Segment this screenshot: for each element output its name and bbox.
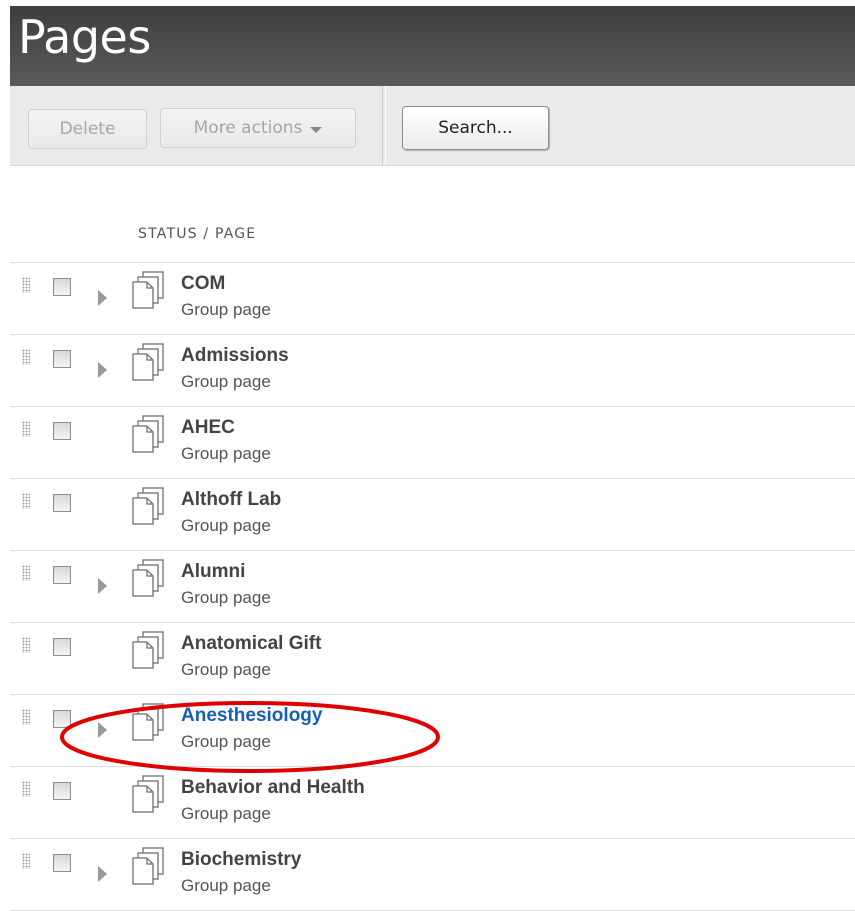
page-title-link[interactable]: Biochemistry	[181, 849, 301, 871]
triangle-right-icon[interactable]	[98, 578, 107, 594]
row-checkbox[interactable]	[53, 782, 71, 800]
row-checkbox[interactable]	[53, 494, 71, 512]
search-button-label: Search...	[438, 118, 513, 138]
drag-handle-icon[interactable]	[22, 349, 30, 365]
toolbar: Delete More actions Search...	[10, 86, 855, 166]
page-type-label: Group page	[181, 660, 271, 679]
triangle-right-icon[interactable]	[98, 362, 107, 378]
row-checkbox[interactable]	[53, 422, 71, 440]
page-title-link[interactable]: Behavior and Health	[181, 777, 365, 799]
row-checkbox[interactable]	[53, 566, 71, 584]
page-stack-icon	[130, 559, 166, 601]
triangle-right-icon[interactable]	[98, 866, 107, 882]
page-type-label: Group page	[181, 876, 271, 895]
triangle-right-icon[interactable]	[98, 290, 107, 306]
page-type-label: Group page	[181, 804, 271, 823]
page-stack-icon	[130, 847, 166, 889]
search-button[interactable]: Search...	[402, 106, 549, 150]
table-row[interactable]: AHEC Group page	[10, 407, 855, 479]
page-stack-icon	[130, 487, 166, 529]
drag-handle-icon[interactable]	[22, 493, 30, 509]
row-checkbox[interactable]	[53, 638, 71, 656]
table-row[interactable]: Behavior and Health Group page	[10, 767, 855, 839]
page-title: Pages	[18, 10, 151, 64]
row-checkbox[interactable]	[53, 854, 71, 872]
column-header-status-page: STATUS / PAGE	[138, 226, 257, 242]
page-stack-icon	[130, 271, 166, 313]
page-title-link[interactable]: AHEC	[181, 417, 235, 439]
drag-handle-icon[interactable]	[22, 637, 30, 653]
row-checkbox[interactable]	[53, 350, 71, 368]
table-row[interactable]: Admissions Group page	[10, 335, 855, 407]
drag-handle-icon[interactable]	[22, 565, 30, 581]
table-row[interactable]: Biochemistry Group page	[10, 839, 855, 911]
triangle-right-icon[interactable]	[98, 722, 107, 738]
toolbar-divider	[382, 86, 386, 165]
table-row[interactable]: Anatomical Gift Group page	[10, 623, 855, 695]
page-title-link[interactable]: Anesthesiology	[181, 705, 322, 727]
page-stack-icon	[130, 343, 166, 385]
drag-handle-icon[interactable]	[22, 709, 30, 725]
page-stack-icon	[130, 415, 166, 457]
table-row[interactable]: Althoff Lab Group page	[10, 479, 855, 551]
page-type-label: Group page	[181, 732, 271, 751]
table-row[interactable]: Alumni Group page	[10, 551, 855, 623]
more-actions-label: More actions	[193, 118, 303, 138]
table-row[interactable]: Anesthesiology Group page	[10, 695, 855, 767]
row-checkbox[interactable]	[53, 710, 71, 728]
page-type-label: Group page	[181, 372, 271, 391]
drag-handle-icon[interactable]	[22, 277, 30, 293]
drag-handle-icon[interactable]	[22, 421, 30, 437]
page-type-label: Group page	[181, 516, 271, 535]
page-type-label: Group page	[181, 444, 271, 463]
row-checkbox[interactable]	[53, 278, 71, 296]
page-stack-icon	[130, 703, 166, 745]
page-header: Pages	[10, 6, 855, 86]
delete-button[interactable]: Delete	[28, 109, 147, 149]
table-row[interactable]: COM Group page	[10, 263, 855, 335]
page-list: COM Group page Admissions Group page AHEC Gro…	[10, 262, 855, 911]
page-type-label: Group page	[181, 300, 271, 319]
page-title-link[interactable]: Anatomical Gift	[181, 633, 321, 655]
page-title-link[interactable]: Admissions	[181, 345, 289, 367]
more-actions-button[interactable]: More actions	[160, 108, 356, 148]
page-title-link[interactable]: Alumni	[181, 561, 245, 583]
drag-handle-icon[interactable]	[22, 853, 30, 869]
caret-down-icon	[310, 126, 323, 133]
page-title-link[interactable]: Althoff Lab	[181, 489, 281, 511]
delete-button-label: Delete	[59, 119, 116, 139]
page-stack-icon	[130, 775, 166, 817]
page-stack-icon	[130, 631, 166, 673]
drag-handle-icon[interactable]	[22, 781, 30, 797]
page-type-label: Group page	[181, 588, 271, 607]
page-title-link[interactable]: COM	[181, 273, 225, 295]
